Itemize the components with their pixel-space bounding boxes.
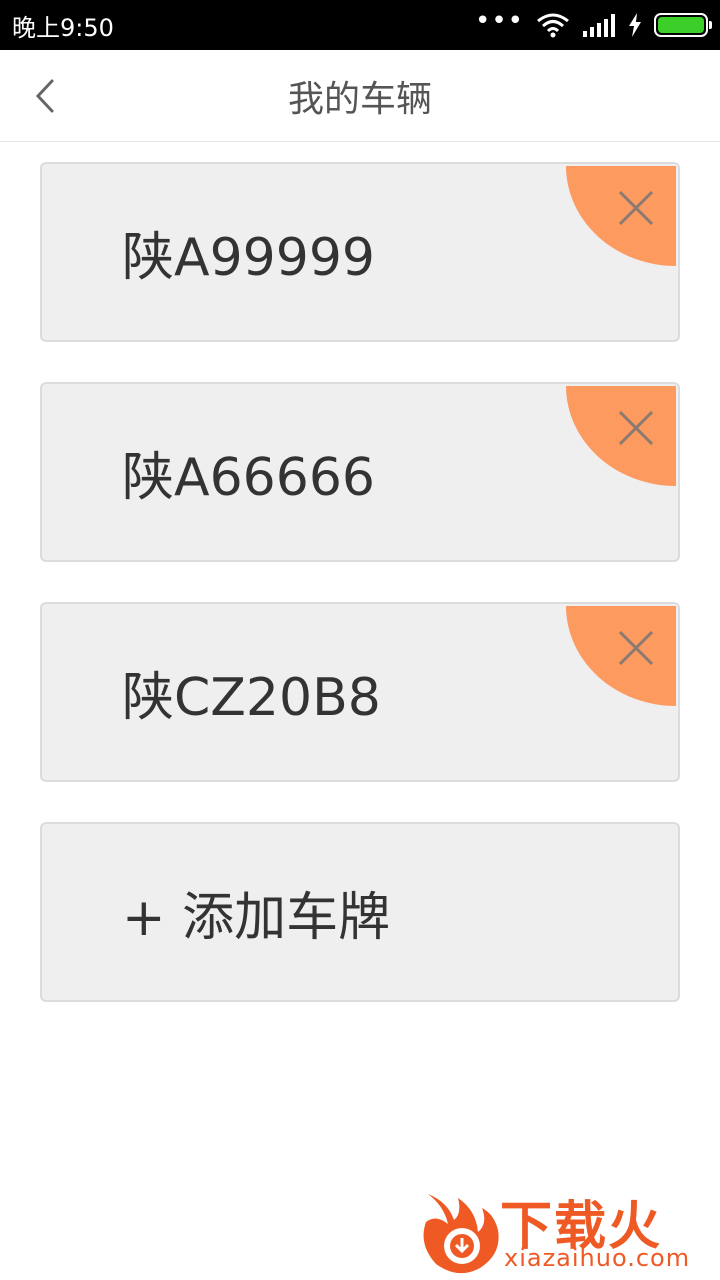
plate-number: 陕A99999 (122, 227, 375, 288)
add-plate-label: + 添加车牌 (122, 887, 391, 948)
back-arrow-icon (35, 79, 54, 113)
flame-logo-icon (423, 1194, 499, 1274)
watermark-logo: 下载火 xiazaihuo.com (418, 1184, 714, 1276)
status-time: 晚上9:50 (12, 13, 114, 42)
watermark-url: xiazaihuo.com (504, 1244, 691, 1272)
status-bar: 晚上9:50 ••• (0, 0, 720, 50)
charging-icon (629, 13, 641, 37)
delete-vehicle-button[interactable] (566, 166, 676, 266)
vehicle-card[interactable]: 陕A66666 (40, 382, 680, 562)
vehicle-card[interactable]: 陕A99999 (40, 162, 680, 342)
vehicle-card[interactable]: 陕CZ20B8 (40, 602, 680, 782)
add-plate-button[interactable]: + 添加车牌 (40, 822, 680, 1002)
back-button[interactable] (20, 68, 70, 124)
status-icons: ••• (475, 8, 712, 38)
delete-vehicle-button[interactable] (566, 606, 676, 706)
plate-number: 陕CZ20B8 (122, 667, 381, 728)
page-title: 我的车辆 (287, 79, 432, 120)
more-dots-icon: ••• (474, 6, 524, 36)
battery-icon (654, 13, 712, 37)
close-icon (618, 190, 654, 226)
signal-icon (583, 14, 615, 37)
battery-level (658, 17, 704, 33)
close-icon (618, 630, 654, 666)
wifi-icon (537, 13, 569, 38)
delete-vehicle-button[interactable] (566, 386, 676, 486)
nav-bar: 我的车辆 (0, 50, 720, 142)
close-icon (618, 410, 654, 446)
plate-number: 陕A66666 (122, 447, 375, 508)
